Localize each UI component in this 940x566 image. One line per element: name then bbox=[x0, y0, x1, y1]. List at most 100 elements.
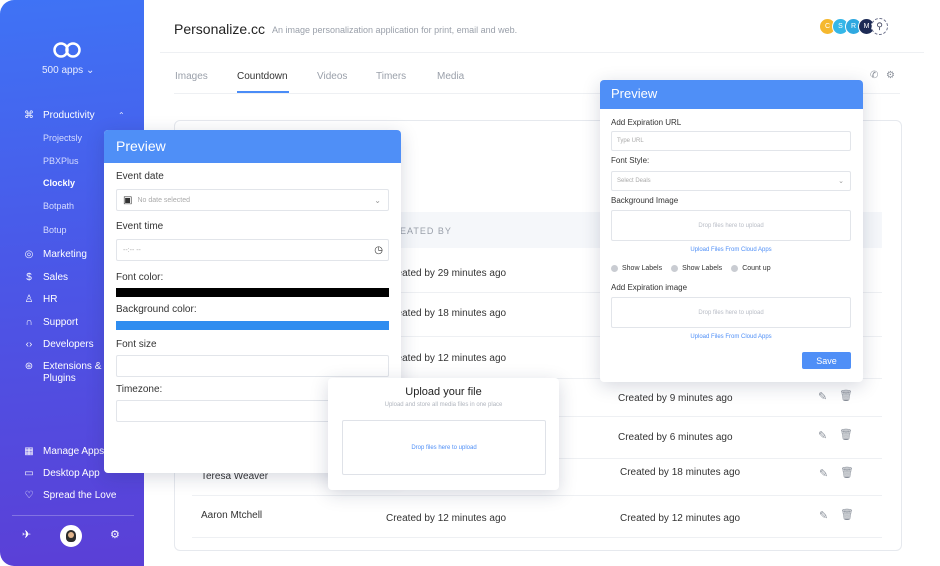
sidebar-item-hr[interactable]: ♙ HR bbox=[22, 294, 58, 305]
upload-title: Upload your file bbox=[405, 386, 482, 398]
team-avatars[interactable]: C S R M ⚲ bbox=[819, 18, 888, 35]
sidebar-item-developers[interactable]: ‹› Developers bbox=[22, 339, 94, 350]
sidebar-sub-item-botup[interactable]: Botup bbox=[43, 225, 67, 235]
table-cell: Created by 18 minutes ago bbox=[620, 467, 741, 478]
tab-timers[interactable]: Timers bbox=[376, 71, 406, 82]
chevron-down-icon: ⌄ bbox=[85, 65, 95, 76]
event-time-placeholder: --:-- -- bbox=[123, 246, 141, 254]
save-button[interactable]: Save bbox=[802, 352, 851, 369]
sidebar-item-support[interactable]: ∩ Support bbox=[22, 317, 78, 328]
preview-title: Preview bbox=[104, 130, 401, 163]
radio-show-labels-2[interactable]: Show Labels bbox=[671, 265, 722, 272]
tab-images[interactable]: Images bbox=[175, 71, 208, 82]
upload-file-card: Upload your file Upload and store all me… bbox=[328, 378, 559, 490]
table-cell: Created by 12 minutes ago bbox=[386, 353, 507, 364]
upload-cloud-link[interactable]: Upload Files From Cloud Apps bbox=[611, 334, 851, 340]
sidebar-sub-item-clockly[interactable]: Clockly bbox=[43, 178, 75, 188]
event-date-input[interactable]: ▣ No date selected ⌄ bbox=[116, 189, 389, 211]
chevron-up-icon[interactable]: ⌃ bbox=[118, 111, 125, 120]
sidebar-item-productivity[interactable]: ⌘ Productivity bbox=[22, 110, 95, 121]
sidebar-divider bbox=[12, 515, 134, 516]
phone-icon[interactable]: ✆ bbox=[870, 70, 878, 81]
sidebar-item-marketing[interactable]: ◎ Marketing bbox=[22, 249, 87, 260]
trash-icon[interactable]: 🗑 bbox=[839, 428, 853, 441]
sidebar-item-label: Support bbox=[43, 317, 79, 328]
tab-countdown[interactable]: Countdown bbox=[237, 71, 288, 82]
edit-icon[interactable]: ✎ bbox=[818, 429, 827, 442]
table-cell: Created by 18 minutes ago bbox=[386, 308, 507, 319]
tab-videos[interactable]: Videos bbox=[317, 71, 347, 82]
table-row-divider bbox=[192, 495, 882, 496]
radio-count-up[interactable]: Count up bbox=[731, 265, 771, 272]
command-icon: ⌘ bbox=[24, 110, 34, 121]
rocket-icon[interactable]: ✈ bbox=[22, 528, 31, 541]
label-options: Show Labels Show Labels Count up bbox=[611, 265, 780, 272]
page-title: Personalize.cc bbox=[174, 21, 266, 37]
dropzone-text: Drop files here to upload bbox=[698, 222, 764, 229]
event-date-label: Event date bbox=[116, 171, 164, 182]
edit-icon[interactable]: ✎ bbox=[818, 390, 827, 403]
tab-media[interactable]: Media bbox=[437, 71, 464, 82]
trash-icon[interactable]: 🗑 bbox=[839, 389, 853, 402]
sidebar-item-label: HR bbox=[43, 294, 58, 305]
upload-cloud-link[interactable]: Upload Files From Cloud Apps bbox=[611, 247, 851, 253]
settings-icon[interactable]: ⚙ bbox=[886, 70, 895, 81]
dropzone-text: Drop files here to upload bbox=[411, 444, 477, 451]
radio-label: Show Labels bbox=[682, 265, 723, 272]
sidebar-item-label: Manage Apps bbox=[43, 446, 105, 457]
sidebar-item-label: Spread the Love bbox=[43, 490, 117, 501]
expiration-image-dropzone[interactable]: Drop files here to upload bbox=[611, 297, 851, 328]
sidebar-item-manage-apps[interactable]: ▦ Manage Apps bbox=[22, 446, 104, 457]
chevron-down-icon: ⌄ bbox=[838, 178, 844, 185]
table-cell: Created by 6 minutes ago bbox=[618, 432, 733, 443]
trash-icon[interactable]: 🗑 bbox=[840, 466, 854, 479]
sidebar-item-desktop-app[interactable]: ▭ Desktop App bbox=[22, 468, 99, 479]
gear-icon[interactable]: ⚙ bbox=[110, 528, 120, 541]
background-color-swatch[interactable] bbox=[116, 321, 389, 330]
expiration-url-input[interactable]: Type URL bbox=[611, 131, 851, 151]
sidebar-sub-item-pbxplus[interactable]: PBXPlus bbox=[43, 156, 79, 166]
table-cell: Created by 12 minutes ago bbox=[386, 513, 507, 524]
font-color-label: Font color: bbox=[116, 272, 164, 283]
sidebar-item-label: Productivity bbox=[43, 110, 95, 121]
background-image-label: Background Image bbox=[611, 196, 679, 205]
infinity-logo-icon[interactable] bbox=[52, 40, 82, 60]
background-color-label: Background color: bbox=[116, 304, 197, 315]
font-style-label: Font Style: bbox=[611, 156, 650, 165]
sidebar-sub-item-projectsly[interactable]: Projectsly bbox=[43, 133, 82, 143]
font-size-label: Font size bbox=[116, 339, 157, 350]
preview-panel-right: Preview Add Expiration URL Type URL Font… bbox=[600, 80, 863, 382]
table-cell: Created by 12 minutes ago bbox=[620, 513, 741, 524]
sidebar-item-sales[interactable]: $ Sales bbox=[22, 272, 68, 283]
upload-subtitle: Upload and store all media files in one … bbox=[384, 402, 503, 408]
edit-icon[interactable]: ✎ bbox=[819, 467, 828, 480]
font-color-swatch[interactable] bbox=[116, 288, 389, 297]
sidebar-item-extensions[interactable]: ⊛ Extensions & Plugins bbox=[22, 361, 102, 385]
timezone-label: Timezone: bbox=[116, 384, 163, 395]
event-time-label: Event time bbox=[116, 221, 164, 232]
background-image-dropzone[interactable]: Drop files here to upload bbox=[611, 210, 851, 241]
table-cell: Created by 9 minutes ago bbox=[618, 393, 733, 404]
radio-show-labels[interactable]: Show Labels bbox=[611, 265, 662, 272]
header-divider bbox=[160, 52, 924, 53]
upload-dropzone[interactable]: Drop files here to upload bbox=[342, 420, 546, 475]
radio-label: Show Labels bbox=[622, 265, 663, 272]
table-cell-name: Aaron Mtchell bbox=[201, 510, 263, 521]
sidebar-item-label: Marketing bbox=[43, 249, 87, 260]
radio-label: Count up bbox=[742, 265, 771, 272]
add-user-icon[interactable]: ⚲ bbox=[871, 18, 888, 35]
dollar-icon: $ bbox=[26, 272, 32, 283]
font-size-input[interactable] bbox=[116, 355, 389, 377]
code-icon: ‹› bbox=[25, 339, 33, 350]
sidebar-sub-item-botpath[interactable]: Botpath bbox=[43, 201, 74, 211]
event-time-input[interactable]: --:-- -- ◷ bbox=[116, 239, 389, 261]
edit-icon[interactable]: ✎ bbox=[819, 509, 828, 522]
apps-switcher[interactable]: 500 apps ⌄ bbox=[42, 65, 94, 76]
calendar-icon: ▣ bbox=[123, 194, 133, 206]
trash-icon[interactable]: 🗑 bbox=[840, 508, 854, 521]
avatar[interactable] bbox=[60, 525, 82, 547]
apps-label: 500 apps bbox=[42, 65, 84, 76]
sidebar-item-spread-love[interactable]: ♡ Spread the Love bbox=[22, 490, 117, 501]
font-style-select[interactable]: Select Deals ⌄ bbox=[611, 171, 851, 191]
event-date-placeholder: No date selected bbox=[137, 196, 190, 204]
